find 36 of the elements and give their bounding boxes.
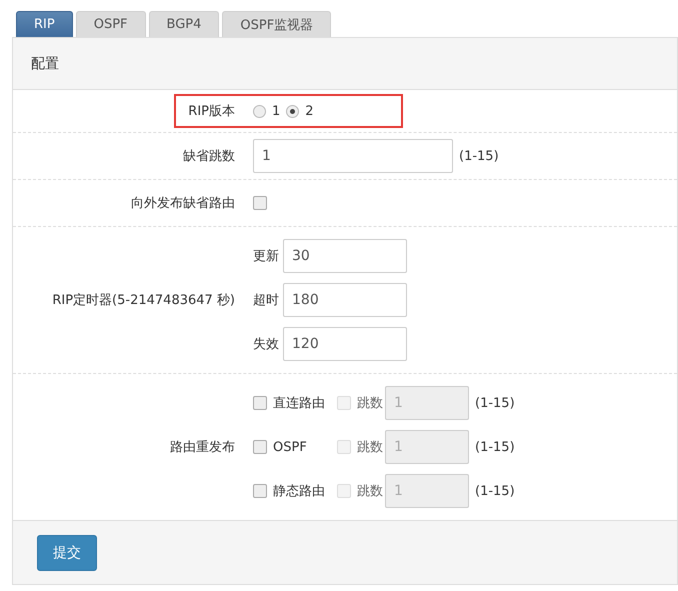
timer-label: 超时 bbox=[253, 292, 279, 309]
timer-label: 更新 bbox=[253, 248, 279, 265]
tab[interactable]: OSPF监视器 bbox=[222, 11, 332, 37]
option-label: 直连路由 bbox=[273, 395, 326, 412]
radio-button[interactable] bbox=[286, 104, 300, 118]
hops-label: 跳数 bbox=[357, 395, 383, 412]
checkbox[interactable] bbox=[253, 484, 267, 498]
timer-input[interactable]: 30 bbox=[283, 239, 407, 273]
checkbox[interactable] bbox=[253, 396, 267, 410]
timer-input[interactable]: 180 bbox=[283, 283, 407, 317]
timer-label: 失效 bbox=[253, 336, 279, 353]
range-hint: (1-15) bbox=[459, 148, 499, 164]
range-hint: (1-15) bbox=[475, 440, 515, 454]
hops-label: 跳数 bbox=[357, 483, 383, 500]
panel-title: 配置 bbox=[31, 54, 59, 72]
range-hint: (1-15) bbox=[475, 396, 515, 410]
checkbox[interactable] bbox=[253, 440, 267, 454]
tab[interactable]: OSPF bbox=[76, 11, 146, 37]
field-label: RIP版本 bbox=[187, 103, 236, 120]
option-label: 1 bbox=[272, 104, 280, 118]
timer-input[interactable]: 120 bbox=[283, 327, 407, 361]
submit-button[interactable]: 提交 bbox=[37, 534, 97, 570]
range-hint: (1-15) bbox=[475, 484, 515, 498]
checkbox[interactable] bbox=[253, 196, 267, 210]
hops-label: 跳数 bbox=[357, 439, 383, 456]
option-label: 2 bbox=[305, 104, 314, 118]
option-label: 静态路由 bbox=[273, 483, 326, 500]
tab[interactable]: BGP4 bbox=[148, 11, 220, 37]
field-label: 路由重发布 bbox=[170, 439, 235, 456]
hops-input[interactable]: 1 bbox=[253, 139, 453, 173]
field-label: 缺省跳数 bbox=[183, 148, 235, 165]
field-label: 向外发布缺省路由 bbox=[131, 195, 235, 212]
field-label: RIP定时器(5-2147483647 秒) bbox=[52, 292, 235, 309]
option-label: OSPF bbox=[273, 440, 308, 454]
tab[interactable]: RIP bbox=[16, 11, 73, 37]
radio-button[interactable] bbox=[253, 104, 266, 118]
